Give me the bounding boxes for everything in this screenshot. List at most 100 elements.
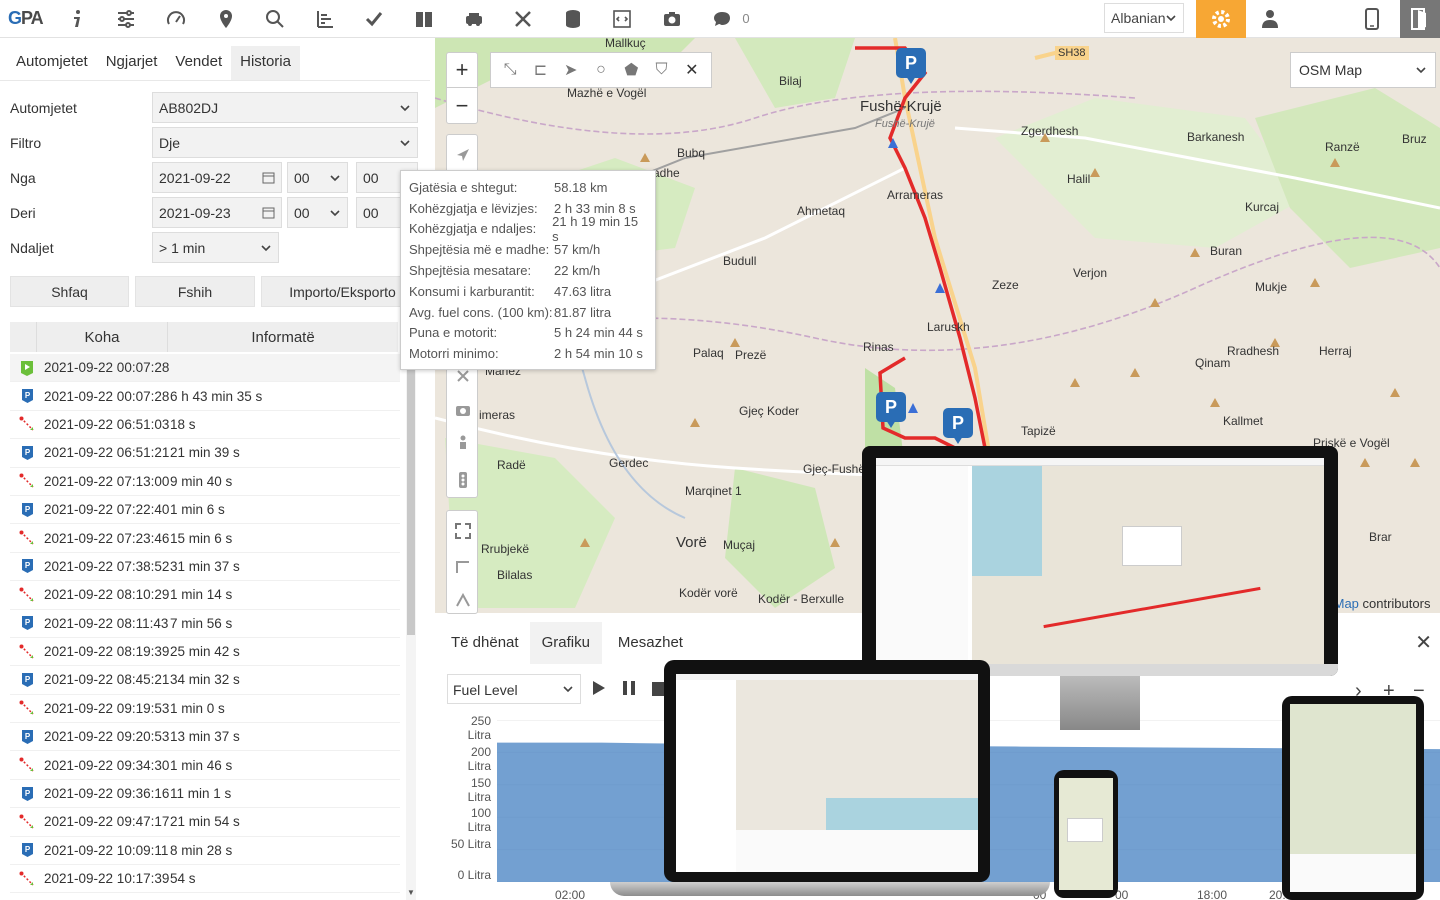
parking-marker[interactable]: P — [876, 392, 906, 428]
table-row[interactable]: P 2021-09-22 07:22:40 1 min 6 s — [10, 496, 400, 525]
database-icon[interactable] — [548, 0, 598, 38]
tab-data[interactable]: Të dhënat — [435, 622, 530, 664]
arrow-tool-icon[interactable]: ➤ — [560, 60, 582, 80]
check-icon[interactable] — [350, 0, 400, 38]
street-view-icon[interactable] — [457, 435, 469, 453]
map-place-label: Vorë — [676, 534, 707, 551]
table-scrollbar[interactable]: ▼ — [406, 350, 416, 900]
route-tool-icon[interactable]: ⤡ — [499, 61, 521, 79]
map-layer-select[interactable]: OSM Map — [1290, 52, 1436, 88]
navigate-icon[interactable] — [455, 147, 471, 163]
tab-chart[interactable]: Grafiku — [529, 622, 602, 664]
circle-tool-icon[interactable]: ○ — [590, 61, 612, 79]
parking-marker[interactable]: P — [943, 408, 973, 444]
tab-places[interactable]: Vendet — [166, 46, 231, 80]
to-hour-select[interactable]: 00 — [287, 197, 348, 228]
map-pin-icon[interactable] — [201, 0, 251, 38]
tab-events[interactable]: Ngjarjet — [97, 46, 167, 80]
table-row[interactable]: P 2021-09-22 08:11:43 7 min 56 s — [10, 610, 400, 638]
vehicles-select[interactable]: AB802DJ — [152, 92, 418, 123]
altitude-icon[interactable] — [455, 593, 471, 607]
show-button[interactable]: Shfaq — [10, 276, 129, 307]
row-icon — [10, 587, 44, 603]
table-row[interactable]: P 2021-09-22 06:51:21 21 min 39 s — [10, 439, 400, 468]
traffic-light-icon[interactable] — [457, 471, 469, 489]
marker-tool-icon[interactable]: ⬟ — [620, 60, 642, 80]
play-icon[interactable] — [592, 680, 606, 696]
table-row[interactable]: 2021-09-22 10:17:39 54 s — [10, 865, 400, 894]
header-time[interactable]: Koha — [36, 322, 167, 352]
tools-icon[interactable] — [498, 0, 548, 38]
camera-icon[interactable] — [455, 403, 471, 417]
chat-icon[interactable] — [697, 0, 747, 38]
logout-button[interactable] — [1400, 0, 1440, 38]
table-row[interactable]: 2021-09-22 08:10:29 1 min 14 s — [10, 581, 400, 610]
table-row[interactable]: 2021-09-22 07:13:00 9 min 40 s — [10, 468, 400, 496]
fullscreen-icon[interactable] — [455, 523, 471, 539]
search-icon[interactable] — [250, 0, 300, 38]
table-row[interactable]: 2021-09-22 09:34:30 1 min 46 s — [10, 751, 400, 780]
close-icon[interactable]: ✕ — [681, 60, 703, 80]
table-row[interactable]: 2021-09-22 00:07:28 — [10, 354, 400, 383]
tab-messages[interactable]: Mesazhet — [602, 622, 694, 664]
table-row[interactable]: 2021-09-22 09:19:53 1 min 0 s — [10, 695, 400, 724]
popup-key: Kohëzgjatja e lëvizjes: — [409, 200, 538, 216]
tab-history[interactable]: Historia — [231, 46, 300, 80]
camera-icon[interactable] — [647, 0, 697, 38]
tab-vehicles[interactable]: Automjetet — [0, 46, 97, 80]
table-row[interactable]: 2021-09-22 07:23:46 15 min 6 s — [10, 524, 400, 553]
map-place-label: Arrameras — [887, 188, 944, 202]
screen-popup — [1067, 818, 1103, 842]
header-info[interactable]: Informatë — [167, 322, 398, 352]
stops-select[interactable]: > 1 min — [152, 232, 279, 263]
polyline-tool-icon[interactable]: ⊏ — [529, 60, 551, 80]
movement-icon — [19, 814, 34, 829]
zoom-out-button[interactable]: − — [447, 88, 477, 123]
zoom-in-button[interactable]: + — [447, 53, 477, 88]
calendar-icon — [262, 207, 275, 219]
scroll-down-arrow[interactable]: ▼ — [406, 888, 416, 900]
scrollbar-thumb[interactable] — [407, 350, 415, 635]
info-icon[interactable] — [52, 0, 102, 38]
from-hour-value: 00 — [294, 170, 310, 186]
user-button[interactable] — [1250, 0, 1290, 38]
chart-icon[interactable] — [300, 0, 350, 38]
table-row[interactable]: P 2021-09-22 00:07:28 6 h 43 min 35 s — [10, 382, 400, 411]
chat-count: 0 — [742, 11, 750, 26]
to-date-input[interactable]: 2021-09-23 — [152, 197, 282, 228]
shield-tool-icon[interactable]: ⛉ — [651, 61, 673, 79]
sliders-icon[interactable] — [102, 0, 152, 38]
from-hour-select[interactable]: 00 — [287, 162, 348, 193]
parking-marker[interactable]: P — [896, 48, 926, 84]
table-row[interactable]: P 2021-09-22 08:45:21 34 min 32 s — [10, 666, 400, 695]
hide-button[interactable]: Fshih — [135, 276, 255, 307]
code-icon[interactable] — [598, 0, 648, 38]
from-date-input[interactable]: 2021-09-22 — [152, 162, 282, 193]
car-icon[interactable] — [449, 0, 499, 38]
table-row[interactable]: 2021-09-22 06:51:03 18 s — [10, 411, 400, 440]
chart-series-select[interactable]: Fuel Level — [447, 674, 581, 704]
table-row[interactable]: P 2021-09-22 09:36:16 11 min 1 s — [10, 780, 400, 809]
map-place-label: Palaq — [693, 346, 724, 360]
book-icon[interactable] — [399, 0, 449, 38]
close-tool-icon[interactable] — [456, 369, 470, 383]
table-row[interactable]: P 2021-09-22 10:09:11 8 min 28 s — [10, 837, 400, 866]
table-row[interactable]: P 2021-09-22 09:20:53 13 min 37 s — [10, 723, 400, 752]
filter-select[interactable]: Dje — [152, 127, 418, 158]
table-row[interactable]: P 2021-09-22 07:38:52 31 min 37 s — [10, 553, 400, 582]
map-place-label: Bruz — [1402, 132, 1427, 146]
table-row[interactable]: 2021-09-22 09:47:17 21 min 54 s — [10, 808, 400, 837]
table-row[interactable]: 2021-09-22 08:19:39 25 min 42 s — [10, 638, 400, 667]
language-value: Albanian — [1111, 10, 1166, 26]
gauge-icon[interactable] — [151, 0, 201, 38]
gpa-logo[interactable]: GPA — [0, 8, 52, 29]
zoom-control: + − — [446, 52, 478, 124]
mobile-button[interactable] — [1352, 0, 1392, 38]
map-place-label: Barkanesh — [1187, 130, 1245, 144]
ruler-icon[interactable] — [455, 559, 471, 575]
attribution-text: contributors — [1358, 596, 1431, 611]
language-select[interactable]: Albanian — [1104, 3, 1184, 33]
settings-button[interactable] — [1196, 0, 1246, 38]
x-tick-label: 02:00 — [555, 888, 586, 900]
close-panel-button[interactable]: ✕ — [1415, 630, 1432, 655]
